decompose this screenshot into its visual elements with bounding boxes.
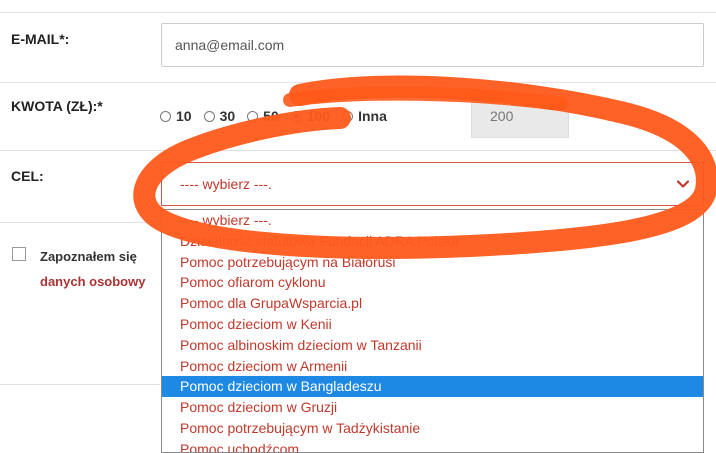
amount-option-label: 50	[263, 108, 279, 124]
radio-circle-icon	[247, 110, 259, 122]
divider-goal	[0, 222, 160, 223]
amount-radio-30[interactable]: 30	[203, 108, 236, 124]
radio-checked-icon	[290, 110, 302, 122]
amount-option-label: 30	[219, 108, 236, 124]
amount-radio-10[interactable]: 10	[160, 108, 192, 124]
goal-options-list[interactable]: ---- wybierz ---. Działalność statutowa …	[161, 209, 704, 453]
amount-radio-50[interactable]: 50	[247, 108, 279, 124]
divider-top	[0, 12, 716, 13]
goal-option[interactable]: Pomoc dzieciom w Gruzji	[162, 397, 703, 418]
goal-option[interactable]: ---- wybierz ---.	[162, 210, 703, 231]
goal-option[interactable]: Pomoc albinoskim dzieciom w Tanzanii	[162, 335, 703, 356]
amount-radio-100[interactable]: 100	[290, 108, 331, 124]
consent-checkbox[interactable]	[12, 247, 26, 261]
radio-circle-icon	[203, 110, 215, 122]
divider-amount	[0, 150, 716, 151]
amount-option-label: 10	[176, 108, 192, 124]
radio-circle-icon	[160, 110, 171, 122]
email-field[interactable]	[161, 23, 704, 67]
divider-email	[0, 82, 716, 83]
amount-label: KWOTA (ZŁ):*	[11, 98, 103, 114]
goal-option[interactable]: Działalność statutowa Fundacji ADRA Pols…	[162, 231, 703, 252]
goal-select[interactable]: ---- wybierz ---.	[161, 162, 704, 206]
goal-option[interactable]: Pomoc dzieciom w Armenii	[162, 356, 703, 377]
amount-option-label: 100	[306, 108, 331, 124]
goal-select-value: ---- wybierz ---.	[180, 176, 272, 192]
chevron-down-icon	[676, 180, 690, 188]
goal-option[interactable]: Pomoc uchodźcom	[162, 439, 703, 452]
goal-option[interactable]: Pomoc potrzebującym na Białorusi	[162, 252, 703, 273]
consent-text-line2: danych osobowy	[40, 274, 146, 289]
goal-option[interactable]: Pomoc dzieciom w Kenii	[162, 314, 703, 335]
consent-text-line1: Zapoznałem się	[40, 249, 137, 264]
divider-bottom	[0, 384, 160, 385]
goal-option[interactable]: Pomoc dla GrupaWsparcia.pl	[162, 293, 703, 314]
goal-label: CEL:	[11, 168, 44, 184]
goal-option[interactable]: Pomoc ofiarom cyklonu	[162, 272, 703, 293]
radio-circle-icon	[342, 110, 354, 122]
goal-option[interactable]: Pomoc potrzebującym w Tadżykistanie	[162, 418, 703, 439]
email-label: E-MAIL*:	[11, 31, 70, 47]
goal-option-highlighted[interactable]: Pomoc dzieciom w Bangladeszu	[162, 376, 703, 398]
amount-radio-other[interactable]: Inna	[342, 108, 387, 124]
amount-radio-group: 10 30 50 100 Inna	[160, 104, 399, 128]
amount-option-label: Inna	[358, 108, 387, 124]
other-amount-input[interactable]	[471, 94, 569, 138]
